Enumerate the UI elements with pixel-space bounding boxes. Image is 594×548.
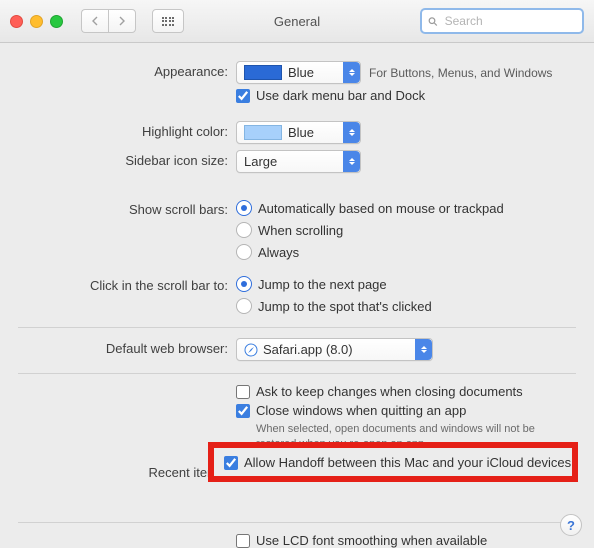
color-swatch-icon: [244, 125, 282, 140]
lcd-smoothing-label: Use LCD font smoothing when available: [256, 533, 487, 548]
divider: [18, 327, 576, 328]
appearance-label: Appearance:: [18, 61, 236, 79]
search-field[interactable]: [420, 8, 584, 34]
highlight-select[interactable]: Blue: [236, 121, 361, 144]
close-windows-checkbox[interactable]: Close windows when quitting an app: [236, 403, 576, 418]
stepper-arrows-icon: [343, 62, 360, 83]
show-all-button[interactable]: [152, 9, 184, 33]
browser-label: Default web browser:: [18, 338, 236, 356]
highlight-annotation: Allow Handoff between this Mac and your …: [208, 442, 578, 482]
radio-label: Jump to the spot that's clicked: [258, 299, 432, 314]
ask-changes-label: Ask to keep changes when closing documen…: [256, 384, 523, 399]
radio-label: When scrolling: [258, 223, 343, 238]
handoff-label: Allow Handoff between this Mac and your …: [244, 455, 571, 470]
stepper-arrows-icon: [343, 122, 360, 143]
close-window-button[interactable]: [10, 15, 23, 28]
window-controls: [10, 15, 63, 28]
scrollbars-radio-always[interactable]: Always: [236, 243, 576, 261]
dark-menu-checkbox[interactable]: Use dark menu bar and Dock: [236, 88, 576, 103]
chevron-right-icon: [118, 16, 126, 26]
sidebar-size-select[interactable]: Large: [236, 150, 361, 173]
appearance-select[interactable]: Blue: [236, 61, 361, 84]
stepper-arrows-icon: [343, 151, 360, 172]
browser-select[interactable]: Safari.app (8.0): [236, 338, 433, 361]
sidebar-size-label: Sidebar icon size:: [18, 150, 236, 168]
nav-segment: [81, 9, 136, 33]
scrollbars-radio-when[interactable]: When scrolling: [236, 221, 576, 239]
click-scroll-radio-next[interactable]: Jump to the next page: [236, 275, 576, 293]
appearance-value: Blue: [288, 65, 314, 80]
zoom-window-button[interactable]: [50, 15, 63, 28]
divider: [18, 373, 576, 374]
preferences-window: General Appearance: Blue For Buttons, Me…: [0, 0, 594, 548]
dark-menu-label: Use dark menu bar and Dock: [256, 88, 425, 103]
scrollbars-label: Show scroll bars:: [18, 199, 236, 217]
scrollbars-radio-auto[interactable]: Automatically based on mouse or trackpad: [236, 199, 576, 217]
ask-changes-checkbox[interactable]: Ask to keep changes when closing documen…: [236, 384, 576, 399]
radio-label: Automatically based on mouse or trackpad: [258, 201, 504, 216]
highlight-value: Blue: [288, 125, 314, 140]
lcd-smoothing-checkbox-input[interactable]: [236, 534, 250, 548]
browser-value: Safari.app (8.0): [263, 342, 353, 357]
radio-label: Always: [258, 245, 299, 260]
ask-changes-checkbox-input[interactable]: [236, 385, 250, 399]
handoff-checkbox[interactable]: Allow Handoff between this Mac and your …: [224, 455, 571, 470]
highlight-label: Highlight color:: [18, 121, 236, 139]
lcd-smoothing-checkbox[interactable]: Use LCD font smoothing when available: [236, 533, 576, 548]
close-windows-label: Close windows when quitting an app: [256, 403, 466, 418]
divider: [18, 522, 576, 523]
color-swatch-icon: [244, 65, 282, 80]
recent-items-label: Recent items:: [18, 462, 236, 480]
grid-icon: [162, 17, 175, 26]
stepper-arrows-icon: [415, 339, 432, 360]
search-icon: [428, 16, 438, 27]
handoff-checkbox-input[interactable]: [224, 456, 238, 470]
safari-icon: [244, 343, 258, 357]
search-input[interactable]: [443, 13, 576, 29]
click-scroll-radio-spot[interactable]: Jump to the spot that's clicked: [236, 297, 576, 315]
back-button[interactable]: [81, 9, 108, 33]
titlebar: General: [0, 0, 594, 43]
dark-menu-checkbox-input[interactable]: [236, 89, 250, 103]
help-icon: ?: [567, 518, 575, 533]
appearance-hint: For Buttons, Menus, and Windows: [369, 66, 552, 80]
close-windows-checkbox-input[interactable]: [236, 404, 250, 418]
sidebar-size-value: Large: [244, 154, 277, 169]
radio-label: Jump to the next page: [258, 277, 387, 292]
chevron-left-icon: [91, 16, 99, 26]
forward-button[interactable]: [108, 9, 136, 33]
help-button[interactable]: ?: [560, 514, 582, 536]
minimize-window-button[interactable]: [30, 15, 43, 28]
click-scroll-label: Click in the scroll bar to:: [18, 275, 236, 293]
